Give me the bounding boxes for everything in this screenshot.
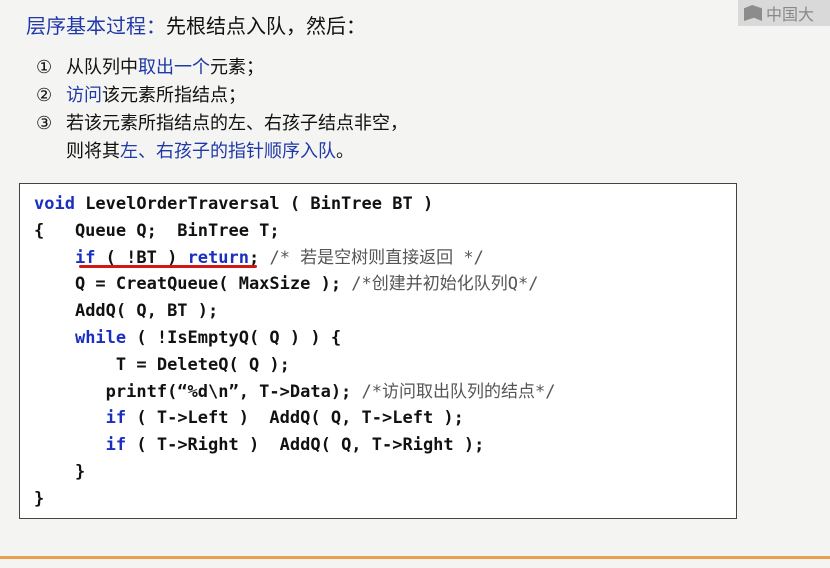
code-text: T = DeleteQ( Q ); bbox=[115, 354, 290, 375]
watermark: 中国大 bbox=[738, 0, 830, 26]
watermark-text: 中国大 bbox=[766, 5, 815, 24]
step-3: ③ 若该元素所指结点的左、右孩子结点非空， bbox=[36, 110, 408, 138]
code-line: void LevelOrderTraversal ( BinTree BT ) bbox=[34, 191, 555, 218]
red-underline-annotation bbox=[79, 265, 257, 268]
code-text: ( !IsEmptyQ( Q ) ) { bbox=[126, 327, 342, 348]
step-number: ① bbox=[36, 57, 53, 78]
step-text: 。 bbox=[336, 141, 354, 162]
code-line: } bbox=[34, 459, 555, 486]
code-text: AddQ( Q, BT ); bbox=[74, 301, 219, 322]
code-line: } bbox=[34, 486, 555, 513]
code-text: printf(“%d\n”, T->Data); bbox=[105, 381, 352, 402]
code-text: ( T->Right ) AddQ( Q, T->Right ); bbox=[126, 435, 485, 456]
code-line: if ( T->Right ) AddQ( Q, T->Right ); bbox=[34, 432, 555, 459]
code-text: { Queue Q; BinTree T; bbox=[34, 220, 280, 241]
slide-title: 层序基本过程：先根结点入队，然后： bbox=[26, 12, 366, 40]
code-keyword: if bbox=[105, 435, 127, 456]
title-rest: 先根结点入队，然后： bbox=[166, 14, 366, 38]
code-line: while ( !IsEmptyQ( Q ) ) { bbox=[34, 325, 555, 352]
code-comment: /* 若是空树则直接返回 */ bbox=[259, 247, 484, 268]
code-text: LevelOrderTraversal ( BinTree BT ) bbox=[74, 194, 434, 214]
title-accent: 层序基本过程： bbox=[26, 14, 166, 38]
code-keyword: if bbox=[105, 408, 127, 429]
code-text: } bbox=[34, 488, 45, 509]
code-line: if ( T->Left ) AddQ( Q, T->Left ); bbox=[34, 405, 555, 432]
code-comment: /*访问取出队列的结点*/ bbox=[351, 381, 556, 402]
logo-icon bbox=[744, 5, 762, 21]
code-keyword: void bbox=[34, 194, 75, 214]
code-line: printf(“%d\n”, T->Data); /*访问取出队列的结点*/ bbox=[34, 379, 556, 406]
code-text: } bbox=[74, 461, 86, 482]
step-1: ① 从队列中取出一个元素； bbox=[36, 54, 408, 82]
step-text: 则将其 bbox=[66, 141, 120, 162]
step-highlight: 访问 bbox=[66, 85, 102, 106]
step-number: ② bbox=[36, 85, 53, 106]
step-text: 若该元素所指结点的左、右孩子结点非空， bbox=[66, 113, 408, 134]
code-block: void LevelOrderTraversal ( BinTree BT ){… bbox=[19, 183, 737, 519]
step-highlight: 取出一个 bbox=[138, 57, 210, 78]
steps-list: ① 从队列中取出一个元素； ② 访问该元素所指结点； ③ 若该元素所指结点的左、右孩子… bbox=[36, 54, 408, 166]
code-listing: void LevelOrderTraversal ( BinTree BT ){… bbox=[34, 191, 555, 513]
step-2: ② 访问该元素所指结点； bbox=[36, 82, 408, 110]
code-line: Q = CreatQueue( MaxSize ); /*创建并初始化队列Q*/ bbox=[34, 271, 555, 298]
code-line: T = DeleteQ( Q ); bbox=[34, 352, 555, 379]
code-comment: /*创建并初始化队列Q*/ bbox=[341, 274, 539, 295]
step-number: ③ bbox=[36, 113, 53, 134]
step-text: 从队列中 bbox=[66, 57, 138, 78]
code-line: { Queue Q; BinTree T; bbox=[34, 218, 555, 245]
step-3-continued: 则将其左、右孩子的指针顺序入队。 bbox=[36, 138, 408, 166]
code-keyword: while bbox=[74, 327, 127, 348]
code-line: AddQ( Q, BT ); bbox=[34, 298, 555, 325]
step-text: 元素； bbox=[210, 57, 264, 78]
code-text: ( T->Left ) AddQ( Q, T->Left ); bbox=[126, 408, 464, 429]
step-text: 该元素所指结点； bbox=[102, 85, 246, 106]
bottom-divider bbox=[0, 556, 830, 559]
step-highlight: 左、右孩子的指针顺序入队 bbox=[120, 141, 336, 162]
code-text: Q = CreatQueue( MaxSize ); bbox=[74, 274, 342, 295]
